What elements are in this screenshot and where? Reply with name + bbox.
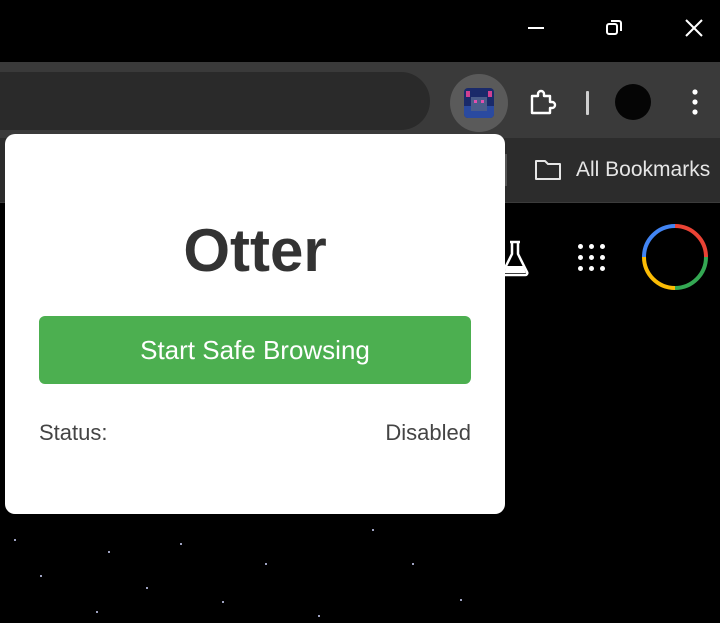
apps-grid-icon[interactable] [574, 240, 610, 276]
restore-button[interactable] [594, 8, 634, 48]
otter-extension-icon [464, 88, 494, 118]
google-account-ring[interactable] [640, 222, 710, 292]
star [40, 575, 42, 577]
puzzle-icon [530, 89, 557, 115]
extensions-button[interactable] [514, 74, 570, 130]
star [412, 563, 414, 565]
folder-icon [535, 160, 561, 180]
more-vert-icon [692, 89, 698, 115]
bookmarks-separator [505, 154, 507, 186]
all-bookmarks-label: All Bookmarks [576, 158, 711, 181]
otter-popup: Otter Start Safe Browsing Status: Disabl… [5, 134, 505, 514]
star [372, 529, 374, 531]
status-value: Disabled [385, 420, 471, 445]
otter-extension-button[interactable] [450, 74, 508, 132]
star [180, 543, 182, 545]
close-icon [685, 19, 703, 37]
star [318, 615, 320, 617]
address-bar[interactable] [0, 72, 430, 130]
all-bookmarks-button[interactable]: All Bookmarks [534, 152, 710, 188]
star [108, 551, 110, 553]
minimize-button[interactable] [516, 8, 556, 48]
start-safe-browsing-button[interactable]: Start Safe Browsing [39, 316, 471, 384]
browser-menu-button[interactable] [680, 82, 710, 122]
toolbar-divider [586, 91, 589, 115]
status-row: Status: Disabled [39, 420, 471, 446]
status-label: Status: [39, 420, 108, 445]
star [14, 539, 16, 541]
star [265, 563, 267, 565]
popup-title: Otter [183, 217, 327, 284]
star [222, 601, 224, 603]
profile-avatar[interactable] [615, 84, 651, 120]
minimize-icon [528, 27, 544, 29]
browser-toolbar [0, 62, 720, 138]
close-button[interactable] [674, 8, 714, 48]
restore-icon [606, 20, 622, 35]
star [460, 599, 462, 601]
star [146, 587, 148, 589]
star [96, 611, 98, 613]
window-title-bar [0, 0, 720, 62]
